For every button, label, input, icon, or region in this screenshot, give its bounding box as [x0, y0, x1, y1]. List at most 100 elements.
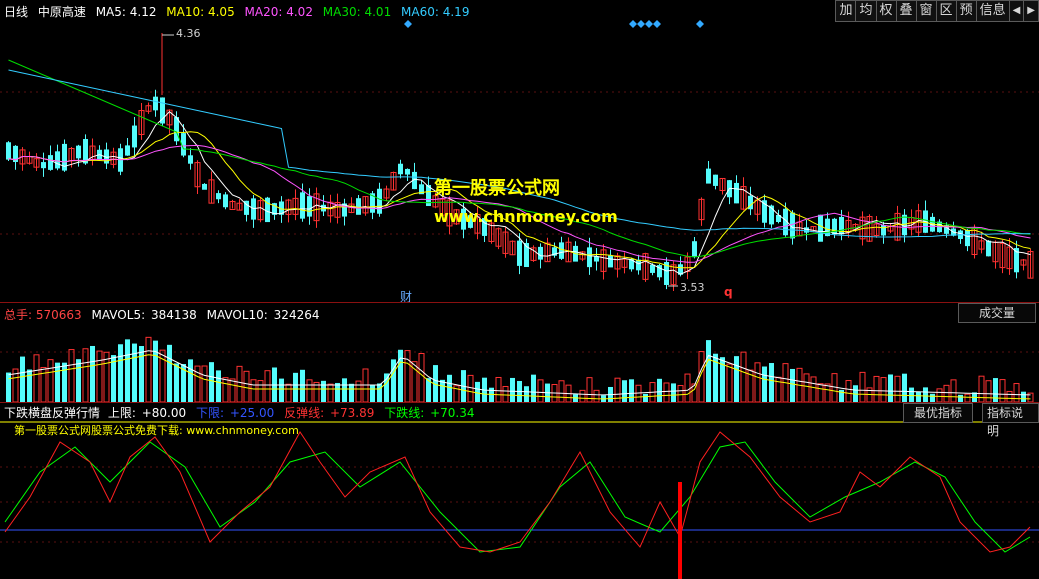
volume-bar: [467, 374, 474, 402]
volume-bar: [888, 374, 893, 402]
volume-bar: [139, 346, 144, 402]
finance-marker[interactable]: 财: [400, 288, 412, 302]
fall-value: +70.34: [430, 406, 475, 420]
best-indicator-button[interactable]: 最优指标: [903, 403, 974, 423]
volume-bar: [769, 363, 774, 402]
volume-bar: [418, 353, 425, 402]
candle-body: [160, 97, 165, 124]
candle-body: [41, 162, 46, 169]
candle-body: [692, 241, 697, 258]
volume-panel[interactable]: 总手: 570663 MAVOL5: 384138 MAVOL10: 32426…: [0, 302, 1039, 402]
candle-body: [125, 145, 130, 156]
volume-bar: [355, 380, 362, 402]
candle-body: [706, 168, 711, 184]
price-chart-panel[interactable]: 日线 中原高速 MA5: 4.12 MA10: 4.05 MA20: 4.02 …: [0, 0, 1039, 302]
candle-body: [517, 240, 522, 266]
volume-bar: [6, 372, 11, 402]
volume-bar: [229, 378, 236, 402]
volume-bar: [622, 380, 627, 402]
candle-body: [216, 193, 221, 200]
volume-bar: [216, 370, 221, 402]
volume-bar: [321, 380, 326, 402]
volume-bar: [593, 389, 600, 402]
volume-bar: [145, 336, 152, 402]
prev-arrow-icon[interactable]: ◀: [1008, 0, 1025, 22]
low-price-label: 3.53: [680, 281, 705, 294]
volume-header: 总手: 570663 MAVOL5: 384138 MAVOL10: 32426…: [4, 306, 325, 323]
volume-bar: [188, 359, 193, 402]
volume-bar: [824, 383, 831, 402]
window-button[interactable]: 窗: [915, 0, 937, 22]
average-button[interactable]: 均: [855, 0, 877, 22]
volume-bar: [677, 385, 684, 402]
watermark-site-name: 第一股票公式网: [434, 178, 560, 199]
fall-label: 下跌线:: [384, 406, 425, 420]
indicator-name: 下跌横盘反弹行情: [4, 406, 101, 420]
overlay-button[interactable]: 叠: [895, 0, 917, 22]
volume-bar: [635, 384, 642, 402]
volume-bar: [1021, 391, 1026, 402]
volume-bar: [671, 383, 676, 402]
volume-bar: [754, 362, 761, 402]
add-button[interactable]: 加: [835, 0, 857, 22]
rebound-label: 反弹线:: [284, 406, 325, 420]
volume-bar: [964, 393, 971, 402]
volume-bar: [335, 382, 340, 402]
volume-bar: [20, 356, 25, 402]
volume-bar: [510, 377, 515, 402]
volume-bar: [377, 383, 382, 402]
info-button[interactable]: 信息: [975, 0, 1010, 22]
candle-body: [650, 264, 655, 273]
candle-body: [713, 174, 718, 186]
lower-value: +25.00: [229, 406, 275, 420]
range-button[interactable]: 区: [935, 0, 957, 22]
candle-body: [223, 194, 228, 208]
ma30-label: MA30: 4.01: [322, 5, 392, 19]
volume-bar: [859, 371, 866, 402]
candle-body: [6, 142, 11, 160]
ma10-label: MA10: 4.05: [166, 5, 235, 19]
signal-diamond-icon: [404, 20, 412, 28]
volume-bar: [264, 370, 271, 402]
volume-bar: [1013, 383, 1020, 402]
volume-bar: [370, 385, 375, 402]
volume-button[interactable]: 成交量: [958, 303, 1036, 323]
volume-bar: [327, 383, 334, 402]
total-volume-label: 总手:: [4, 308, 33, 322]
q-marker[interactable]: q: [724, 285, 733, 299]
signal-diamond-icon: [637, 20, 645, 28]
mavol10-value: 324264: [273, 308, 320, 322]
candle-body: [986, 240, 991, 257]
rebound-value: +73.89: [329, 406, 375, 420]
next-arrow-icon[interactable]: ▶: [1023, 0, 1039, 22]
volume-bar: [880, 377, 887, 402]
volume-bar: [118, 344, 123, 402]
volume-bar: [222, 377, 229, 402]
forecast-button[interactable]: 预: [955, 0, 977, 22]
volume-bar: [831, 373, 838, 402]
volume-bar: [726, 363, 733, 402]
volume-bar: [68, 349, 75, 402]
stock-name: 中原高速: [37, 5, 86, 19]
volume-bar: [27, 369, 32, 402]
volume-bar: [930, 393, 935, 402]
chart-toolbar: 加 均 权 叠 窗 区 预 信息 ◀ ▶: [835, 0, 1039, 22]
price-header: 日线 中原高速 MA5: 4.12 MA10: 4.05 MA20: 4.02 …: [4, 3, 475, 20]
watermark-url: www.chnmoney.com: [434, 207, 618, 226]
ma5-label: MA5: 4.12: [95, 5, 157, 19]
indicator-panel[interactable]: 下跌横盘反弹行情 上限: +80.00 下限: +25.00 反弹线: +73.…: [0, 402, 1039, 579]
candle-body: [559, 242, 564, 259]
upper-value: +80.00: [141, 406, 187, 420]
candle-body: [188, 155, 193, 164]
rights-button[interactable]: 权: [875, 0, 897, 22]
candle-body: [55, 151, 60, 169]
volume-bar: [817, 383, 824, 402]
volume-bar: [950, 379, 957, 402]
indicator-description-button[interactable]: 指标说明: [982, 403, 1039, 438]
volume-bar: [293, 372, 298, 402]
volume-bar: [96, 350, 103, 402]
volume-bar: [706, 340, 711, 402]
candlestick-chart[interactable]: [0, 0, 1039, 302]
volume-bar: [153, 340, 158, 402]
volume-bar: [174, 363, 179, 402]
